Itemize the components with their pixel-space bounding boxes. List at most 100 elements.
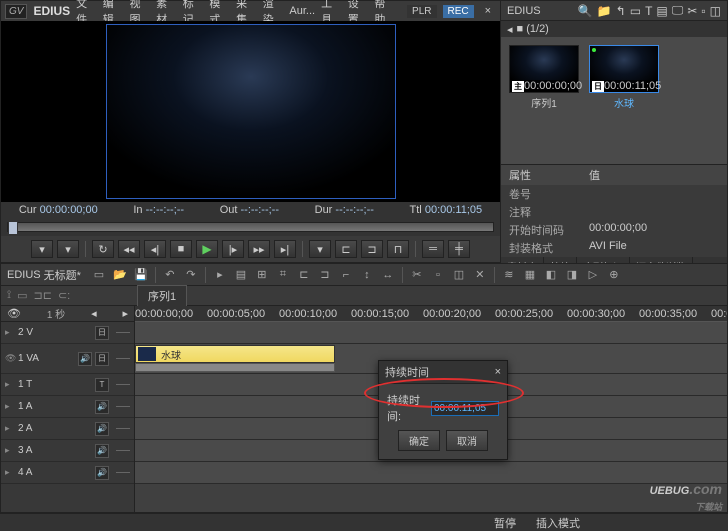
dialog-close-icon[interactable]: ×	[495, 366, 501, 378]
delete-icon[interactable]: ✕	[471, 267, 489, 283]
track-header[interactable]: ▸2 A🔊	[1, 418, 134, 440]
undo-icon[interactable]: ↶	[161, 267, 179, 283]
rewind-button[interactable]: ◂◂	[118, 240, 140, 258]
mode-icon-b[interactable]: ▭	[17, 289, 27, 302]
mark-button[interactable]: ▾	[309, 240, 331, 258]
fast-forward-button[interactable]: ▸▸	[248, 240, 270, 258]
prev-frame-button[interactable]: ◂|	[144, 240, 166, 258]
track-lane[interactable]	[135, 322, 727, 344]
monitor-icon[interactable]: 🖵	[672, 3, 684, 18]
track-header[interactable]: ▸3 A🔊	[1, 440, 134, 462]
mode-icon-d[interactable]: ⊂:	[58, 289, 70, 302]
scrub-track[interactable]	[7, 222, 494, 232]
bin-item-clip[interactable]: 日00:00:11;05 水球	[589, 45, 659, 110]
tool1-icon[interactable]: ▸	[211, 267, 229, 283]
properties-icon[interactable]: ▤	[656, 4, 667, 18]
overwrite-button[interactable]: ═	[422, 240, 444, 258]
insert-button[interactable]: ╪	[448, 240, 470, 258]
viewer-monitor[interactable]	[1, 21, 500, 202]
folder-icon[interactable]: 📁	[597, 4, 612, 18]
tool4-icon[interactable]: ⌗	[274, 267, 292, 283]
expand-icon[interactable]: ▸	[5, 379, 15, 390]
copy-icon[interactable]: ▫	[701, 4, 705, 18]
track-header[interactable]: ▸4 A🔊	[1, 462, 134, 484]
up-icon[interactable]: ↰	[616, 4, 626, 18]
insert-dur-button[interactable]: ⊓	[387, 240, 409, 258]
tool5-icon[interactable]: ⊏	[295, 267, 313, 283]
set-out-button[interactable]: ▾	[57, 240, 79, 258]
close-panel-icon[interactable]: ×	[480, 5, 496, 17]
tool6-icon[interactable]: ⊐	[316, 267, 334, 283]
end-button[interactable]: ▸|	[274, 240, 296, 258]
next-frame-button[interactable]: |▸	[222, 240, 244, 258]
track-patch[interactable]: 日	[95, 326, 109, 340]
mode-icon-c[interactable]: ⊐⊏	[34, 289, 52, 302]
tool7-icon[interactable]: ⌐	[337, 267, 355, 283]
track-header[interactable]: ▸2 V日	[1, 322, 134, 344]
toolB-icon[interactable]: ◧	[542, 267, 560, 283]
bin-item-sequence[interactable]: 主00:00:00;00 序列1	[509, 45, 579, 110]
play-button[interactable]: ▶	[196, 240, 218, 258]
track-lane[interactable]	[135, 462, 727, 484]
expand-icon[interactable]: ▸	[5, 467, 15, 478]
loop-button[interactable]: ↻	[92, 240, 114, 258]
set-in-button[interactable]: ▾	[31, 240, 53, 258]
speaker-icon[interactable]: 🔊	[95, 466, 109, 480]
toolC-icon[interactable]: ◨	[563, 267, 581, 283]
chevron-left-icon[interactable]: ◂	[91, 307, 97, 320]
duration-input[interactable]	[431, 401, 499, 416]
expand-icon[interactable]: 👁	[5, 353, 15, 364]
timeline-clip[interactable]: 水球	[135, 345, 335, 363]
toolE-icon[interactable]: ⊕	[605, 267, 623, 283]
speaker-icon[interactable]: 🔊	[95, 444, 109, 458]
track-header[interactable]: 👁1 VA🔊日	[1, 344, 134, 374]
tool8-icon[interactable]: ↕	[358, 267, 376, 283]
eye-icon[interactable]: 👁	[7, 307, 21, 320]
timeline-ruler[interactable]: 00:00:00;0000:00:05;0000:00:10;0000:00:1…	[135, 306, 727, 322]
title-icon[interactable]: T	[645, 4, 652, 18]
speaker-icon[interactable]: 🔊	[78, 352, 92, 366]
insert-in-button[interactable]: ⊏	[335, 240, 357, 258]
expand-icon[interactable]: ▸	[5, 401, 15, 412]
toolD-icon[interactable]: ▷	[584, 267, 602, 283]
cancel-button[interactable]: 取消	[446, 430, 488, 451]
expand-icon[interactable]: ▸	[5, 445, 15, 456]
search-icon[interactable]: 🔍	[578, 4, 593, 18]
insert-out-button[interactable]: ⊐	[361, 240, 383, 258]
menu-audio[interactable]: Aur...	[289, 5, 315, 17]
ok-button[interactable]: 确定	[398, 430, 440, 451]
cut-icon[interactable]: ✂	[687, 4, 697, 18]
toolA-icon[interactable]: ▦	[521, 267, 539, 283]
mode-icon-a[interactable]: ⟟	[7, 289, 11, 302]
paste-tl-icon[interactable]: ◫	[450, 267, 468, 283]
bin-body[interactable]: 主00:00:00;00 序列1 日00:00:11;05 水球	[501, 37, 727, 164]
save-icon[interactable]: 💾	[132, 267, 150, 283]
new-seq-icon[interactable]: ▭	[90, 267, 108, 283]
copy-tl-icon[interactable]: ▫	[429, 267, 447, 283]
tool9-icon[interactable]: ↔	[379, 267, 397, 283]
stop-button[interactable]: ■	[170, 240, 192, 258]
speaker-icon[interactable]: 🔊	[95, 400, 109, 414]
tool3-icon[interactable]: ⊞	[253, 267, 271, 283]
track-header[interactable]: ▸1 TT	[1, 374, 134, 396]
expand-icon[interactable]: ▸	[5, 423, 15, 434]
tool2-icon[interactable]: ▤	[232, 267, 250, 283]
paste-icon[interactable]: ◫	[710, 4, 721, 18]
mode-rec[interactable]: REC	[443, 5, 474, 18]
redo-icon[interactable]: ↷	[182, 267, 200, 283]
cut-tl-icon[interactable]: ✂	[408, 267, 426, 283]
scrub-handle[interactable]	[8, 221, 18, 235]
sequence-tab[interactable]: 序列1	[137, 285, 187, 307]
mode-plr[interactable]: PLR	[407, 5, 436, 18]
bin-crumb[interactable]: ■ (1/2)	[517, 23, 549, 35]
track-patch[interactable]: T	[95, 378, 109, 392]
speaker-icon[interactable]: 🔊	[95, 422, 109, 436]
track-patch[interactable]: 日	[95, 352, 109, 366]
ripple-icon[interactable]: ≋	[500, 267, 518, 283]
open-icon[interactable]: 📂	[111, 267, 129, 283]
back-icon[interactable]: ◂	[507, 23, 513, 36]
expand-icon[interactable]: ▸	[5, 327, 15, 338]
new-bin-icon[interactable]: ▭	[630, 4, 641, 18]
track-header[interactable]: ▸1 A🔊	[1, 396, 134, 418]
clip-audio-bar[interactable]	[135, 363, 335, 372]
